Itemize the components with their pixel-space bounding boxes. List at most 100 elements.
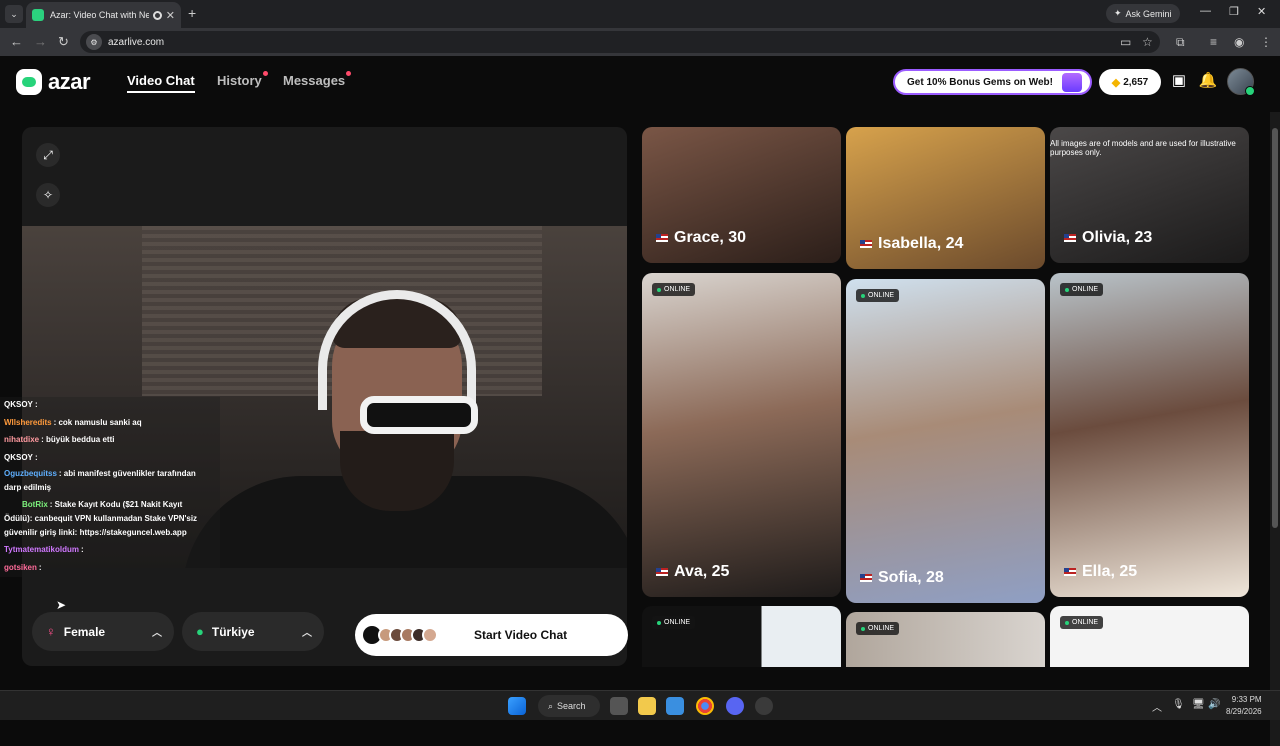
chat-message: Oguzbequitss: abi manifest güvenlikler t… [4,469,196,478]
url-field[interactable]: ⚙ azarlive.com [80,31,1160,53]
user-avatar[interactable] [1227,68,1255,96]
tab-search-icon[interactable]: ⌄ [5,5,23,23]
country-filter-select[interactable]: ● Türkiye ︿ [182,612,324,651]
azar-logo[interactable]: azar [16,69,91,95]
chevron-up-icon: ︿ [302,628,312,639]
new-tab-icon[interactable]: + [188,5,196,21]
nav-history-label: History [217,73,262,88]
online-badge: ONLINE [1060,616,1104,629]
start-video-chat-button[interactable]: Start Video Chat [355,614,628,656]
site-info-icon[interactable]: ⚙ [86,34,102,50]
tray-expand-icon[interactable]: ︿ [1152,699,1162,714]
profile-card[interactable]: Grace, 30 [642,127,841,263]
illustrative-disclaimer: All images are of models and are used fo… [1050,139,1236,157]
gift-icon [1062,73,1082,92]
chevron-up-icon: ︿ [152,628,162,639]
extensions-icon[interactable]: ⧉ [1176,35,1185,50]
notification-dot [346,71,352,76]
profile-card[interactable]: ONLINE Sofia, 28 [846,279,1045,603]
menu-icon[interactable]: ⋮ [1260,35,1272,49]
profile-card[interactable]: Isabella, 24 [846,127,1045,269]
profile-card[interactable]: ONLINE [846,612,1045,667]
country-value: Türkiye [211,624,255,639]
store-icon[interactable] [666,697,684,715]
chrome-icon[interactable] [696,697,714,715]
forward-icon[interactable]: → [34,34,47,49]
chat-message: darp edilmiş [4,483,52,492]
taskbar-search[interactable]: ⌕ Search [538,695,600,717]
azar-logo-icon [16,69,42,95]
clock-time: 9:33 PM [1231,695,1262,704]
gems-balance-button[interactable]: ◆ 2,657 [1099,69,1161,95]
ask-gemini-button[interactable]: ✦ Ask Gemini [1106,4,1180,23]
discord-icon[interactable] [726,697,744,715]
azar-favicon-icon [32,9,44,21]
ask-gemini-label: Ask Gemini [1125,8,1172,19]
chat-message: Tytmatematikoldum: [4,545,84,554]
minimize-icon[interactable]: — [1200,5,1211,17]
scroll-thumb[interactable] [1272,128,1278,528]
volume-icon[interactable]: 🔊 [1208,699,1220,710]
page-scrollbar[interactable] [1270,112,1280,746]
logo-text: azar [48,69,91,94]
obs-icon[interactable] [755,697,773,715]
chat-message: nihatdixe: büyük beddua etti [4,435,115,444]
online-badge: ONLINE [652,616,696,629]
nav-messages-label: Messages [283,73,346,88]
notification-dot [262,71,268,76]
profile-name: Isabella, 24 [860,235,963,253]
profile-name: Ava, 25 [656,563,729,581]
bookmark-star-icon[interactable]: ☆ [1142,35,1153,49]
us-flag-icon [656,234,668,242]
chat-message: QKSOY : [4,400,38,409]
profile-name: Grace, 30 [656,229,746,247]
profile-name: Olivia, 23 [1064,229,1152,247]
notifications-bell-icon[interactable]: 🔔 [1198,71,1218,91]
nav-video-chat[interactable]: Video Chat [127,73,195,93]
chat-message: Ödülü): canbequit VPN kullanmadan Stake … [4,514,198,523]
mouse-cursor-icon: ➤ [56,598,67,612]
us-flag-icon [1064,568,1076,576]
profile-card[interactable]: ONLINE Ava, 25 [642,273,841,597]
task-view-icon[interactable] [610,697,628,715]
gender-filter-select[interactable]: ♀ Female ︿ [32,612,174,651]
browser-tab[interactable]: Azar: Video Chat with New ✕ [26,2,181,28]
effects-wand-icon[interactable]: ✧ [36,183,60,207]
online-badge: ONLINE [856,289,900,302]
tab-close-icon[interactable]: ✕ [166,9,175,22]
gender-value: Female [63,624,106,639]
search-icon: ⌕ [548,700,554,711]
system-clock[interactable]: 9:33 PM 8/29/2026 [1226,694,1262,718]
windows-taskbar: ⌕ Search ︿ 🎙 🖥 🔊 9:33 PM 8/29/2026 [0,690,1280,720]
close-window-icon[interactable]: ✕ [1257,5,1266,18]
file-explorer-icon[interactable] [638,697,656,715]
profile-card[interactable]: All images are of models and are used fo… [1050,127,1249,263]
tab-title: Azar: Video Chat with New [50,10,149,20]
us-flag-icon [860,240,872,248]
profile-card[interactable]: ONLINE [1050,606,1249,667]
cast-icon[interactable]: ▭ [1120,35,1131,49]
profile-card[interactable]: ONLINE Ella, 25 [1050,273,1249,597]
back-icon[interactable]: ← [10,34,23,49]
nav-history[interactable]: History [217,71,268,88]
microphone-icon[interactable]: 🎙 [1172,699,1185,710]
profile-icon[interactable]: ◉ [1234,35,1244,49]
profile-grid: Grace, 30 Isabella, 24 All images are of… [642,127,1249,667]
nav-messages[interactable]: Messages [283,71,352,88]
reading-list-icon[interactable]: ≡ [1210,35,1217,49]
globe-icon: ● [196,624,204,639]
us-flag-icon [656,568,668,576]
stream-chat-overlay: QKSOY : Wllsheredits: cok namuslu sanki … [0,397,220,577]
us-flag-icon [860,574,872,582]
expand-icon[interactable]: ⤢ [36,143,60,167]
maximize-icon[interactable]: ❐ [1229,5,1239,18]
azar-page: azar Video Chat History Messages Get 10%… [0,56,1280,746]
network-icon[interactable]: 🖥 [1192,699,1205,710]
reload-icon[interactable]: ↻ [58,34,69,50]
online-badge: ONLINE [1060,283,1104,296]
bonus-gems-promo-button[interactable]: Get 10% Bonus Gems on Web! [893,69,1092,95]
windows-start-icon[interactable] [508,697,526,715]
shop-icon[interactable]: ▣ [1169,71,1189,91]
profile-card[interactable]: ONLINE [642,606,841,667]
chat-message: BotRix: Stake Kayıt Kodu ($21 Nakit Kayı… [22,500,183,509]
